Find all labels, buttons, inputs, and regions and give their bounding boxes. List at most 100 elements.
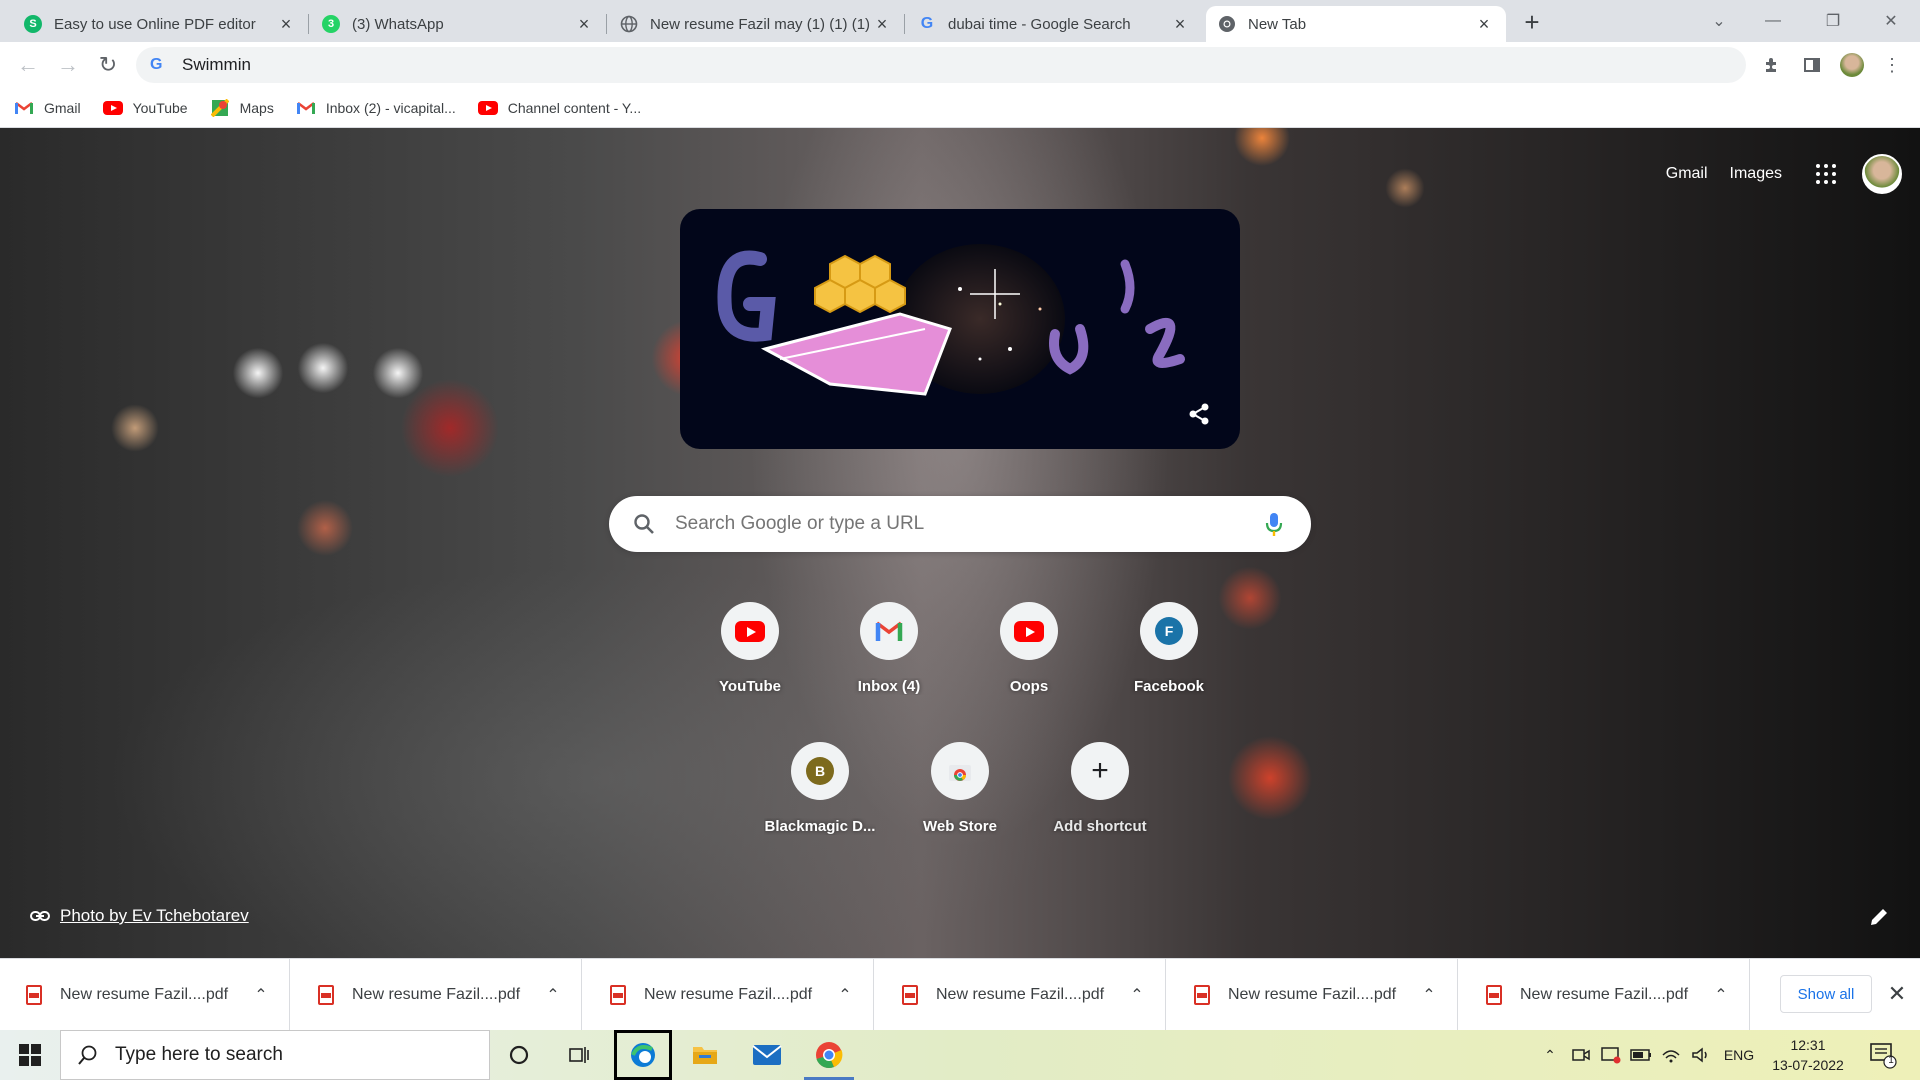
bookmark-youtube[interactable]: YouTube	[102, 99, 188, 116]
youtube-icon	[1014, 620, 1044, 642]
chevron-up-icon[interactable]: ⌃	[1709, 985, 1733, 1005]
ntp-search-input[interactable]	[675, 513, 1263, 535]
notification-center-app-icon[interactable]	[1598, 1030, 1624, 1080]
bookmark-inbox[interactable]: Inbox (2) - vicapital...	[296, 100, 456, 116]
address-bar-text: Swimmin	[182, 55, 251, 74]
tab-search-chevron-icon[interactable]: ⌄	[1690, 0, 1748, 42]
customize-pencil-icon[interactable]	[1868, 906, 1890, 928]
tab-divider	[904, 14, 905, 34]
chevron-up-icon[interactable]: ⌃	[249, 985, 273, 1005]
windows-start-button[interactable]	[0, 1030, 60, 1080]
chevron-up-icon[interactable]: ⌃	[541, 985, 565, 1005]
search-icon	[78, 1045, 97, 1065]
forward-button[interactable]: →	[52, 49, 84, 81]
download-item[interactable]: New resume Fazil....pdf ⌃	[584, 959, 874, 1031]
gmail-link[interactable]: Gmail	[1666, 165, 1708, 183]
tab-title: Easy to use Online PDF editor	[54, 15, 256, 33]
show-hidden-icons-chevron[interactable]: ⌃	[1538, 1030, 1562, 1080]
wifi-icon[interactable]	[1658, 1030, 1684, 1080]
shortcut-oops[interactable]: Oops	[973, 590, 1085, 702]
photo-credit-text: Photo by Ev Tchebotarev	[60, 906, 249, 925]
tab-whatsapp[interactable]: 3 (3) WhatsApp ×	[310, 6, 606, 42]
mail-icon[interactable]	[738, 1030, 796, 1080]
bookmark-label: Maps	[239, 99, 274, 116]
tab-strip: S Easy to use Online PDF editor × 3 (3) …	[0, 0, 1920, 42]
share-icon[interactable]	[1186, 401, 1212, 427]
close-icon[interactable]: ×	[574, 14, 594, 34]
close-icon[interactable]: ×	[276, 14, 296, 34]
taskbar-search-placeholder: Type here to search	[115, 1044, 283, 1065]
download-item[interactable]: New resume Fazil....pdf ⌃	[1460, 959, 1750, 1031]
pdf-file-icon	[902, 985, 918, 1005]
taskbar-search-box[interactable]: Type here to search	[60, 1030, 490, 1080]
tab-resume[interactable]: New resume Fazil may (1) (1) (1) ×	[608, 6, 904, 42]
tab-pdf-editor[interactable]: S Easy to use Online PDF editor ×	[12, 6, 308, 42]
plus-icon: +	[1091, 754, 1109, 787]
bookmark-label: YouTube	[132, 99, 188, 116]
tab-title: dubai time - Google Search	[948, 15, 1131, 33]
shortcut-inbox[interactable]: Inbox (4)	[833, 590, 945, 702]
download-filename: New resume Fazil....pdf	[1520, 986, 1689, 1003]
task-view-icon[interactable]	[550, 1030, 608, 1080]
chrome-taskbar-icon[interactable]	[800, 1030, 858, 1080]
extensions-icon[interactable]	[1758, 51, 1786, 79]
more-menu-icon[interactable]: ⋮	[1878, 51, 1906, 79]
download-item[interactable]: New resume Fazil....pdf ⌃	[292, 959, 582, 1031]
shortcut-facebook[interactable]: F Facebook	[1113, 590, 1225, 702]
meet-now-icon[interactable]	[1568, 1030, 1594, 1080]
close-icon[interactable]: ×	[872, 14, 892, 34]
microphone-icon[interactable]	[1263, 511, 1285, 537]
edge-taskbar-icon[interactable]	[614, 1030, 672, 1080]
ntp-search-box[interactable]	[609, 496, 1311, 552]
account-avatar[interactable]	[1862, 154, 1902, 194]
chevron-up-icon[interactable]: ⌃	[833, 985, 857, 1005]
shortcut-web-store[interactable]: Web Store	[904, 730, 1016, 842]
reload-button[interactable]: ↻	[92, 49, 124, 81]
google-apps-icon[interactable]	[1816, 164, 1836, 184]
shortcut-tile	[721, 602, 779, 660]
system-clock[interactable]: 12:31 13-07-2022	[1760, 1035, 1856, 1075]
chevron-up-icon[interactable]: ⌃	[1417, 985, 1441, 1005]
file-explorer-icon[interactable]	[676, 1030, 734, 1080]
profile-avatar[interactable]	[1838, 51, 1866, 79]
language-indicator[interactable]: ENG	[1720, 1030, 1758, 1080]
close-download-bar-icon[interactable]: ✕	[1884, 981, 1910, 1007]
close-icon[interactable]: ×	[1474, 14, 1494, 34]
shortcut-label: Web Store	[923, 818, 997, 835]
bookmark-channel-content[interactable]: Channel content - Y...	[477, 100, 641, 116]
action-center-icon[interactable]: 1	[1868, 1040, 1898, 1070]
minimize-button[interactable]: —	[1744, 0, 1802, 42]
pdf-file-icon	[318, 985, 334, 1005]
sejda-icon: S	[24, 15, 42, 33]
shortcut-blackmagic[interactable]: B Blackmagic D...	[764, 730, 876, 842]
bookmark-maps[interactable]: Maps	[210, 98, 274, 117]
back-button[interactable]: ←	[12, 49, 44, 81]
show-all-downloads-button[interactable]: Show all	[1780, 975, 1872, 1013]
cortana-icon[interactable]	[490, 1030, 548, 1080]
window-close-button[interactable]: ✕	[1862, 0, 1920, 42]
new-tab-button[interactable]: +	[1518, 7, 1546, 37]
images-link[interactable]: Images	[1730, 165, 1782, 183]
google-doodle[interactable]	[680, 209, 1240, 449]
download-item[interactable]: New resume Fazil....pdf ⌃	[0, 959, 290, 1031]
shortcut-youtube[interactable]: YouTube	[694, 590, 806, 702]
bookmark-gmail[interactable]: Gmail	[14, 100, 81, 116]
address-bar[interactable]: G Swimmin	[136, 47, 1746, 83]
photo-credit-link[interactable]: Photo by Ev Tchebotarev	[30, 906, 249, 926]
add-shortcut-button[interactable]: + Add shortcut	[1044, 730, 1156, 842]
tab-dubai-time[interactable]: G dubai time - Google Search ×	[906, 6, 1202, 42]
download-item[interactable]: New resume Fazil....pdf ⌃	[876, 959, 1166, 1031]
chevron-up-icon[interactable]: ⌃	[1125, 985, 1149, 1005]
new-tab-page: Gmail Images Search Google or type a URL…	[0, 128, 1920, 958]
gmail-icon	[14, 100, 34, 116]
restore-button[interactable]: ❐	[1804, 0, 1862, 42]
youtube-icon	[477, 100, 498, 116]
side-panel-icon[interactable]	[1798, 51, 1826, 79]
letter-icon: B	[806, 757, 834, 785]
volume-icon[interactable]	[1688, 1030, 1714, 1080]
download-filename: New resume Fazil....pdf	[936, 986, 1105, 1003]
tab-new-tab[interactable]: New Tab ×	[1206, 6, 1506, 42]
close-icon[interactable]: ×	[1170, 14, 1190, 34]
download-item[interactable]: New resume Fazil....pdf ⌃	[1168, 959, 1458, 1031]
battery-icon[interactable]	[1628, 1030, 1654, 1080]
